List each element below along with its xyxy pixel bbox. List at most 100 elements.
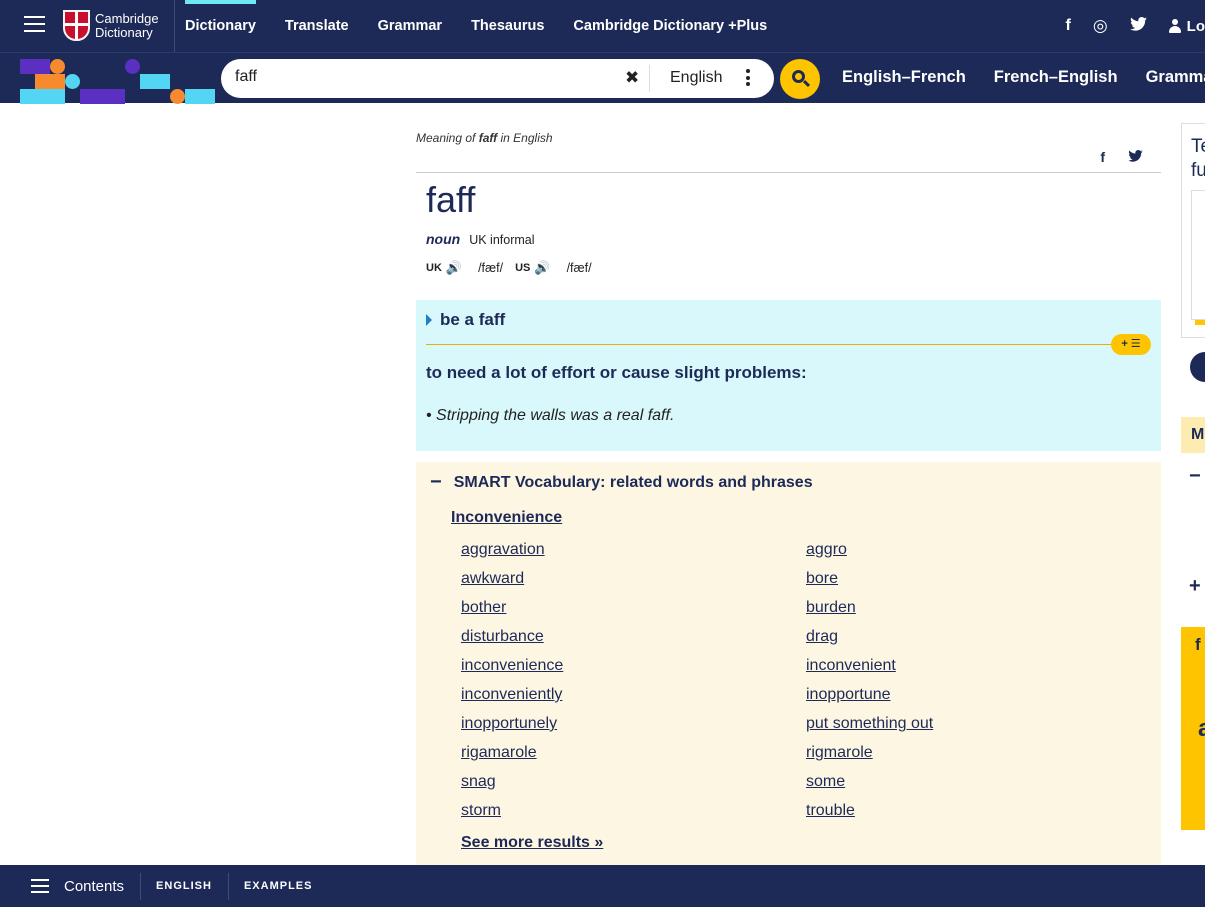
search-button[interactable] [780,59,820,99]
dictionary-language-select[interactable]: English [670,69,722,87]
nav-thesaurus[interactable]: Thesaurus [471,0,544,52]
definition-block: be a faff + ☰ to need a lot of effort or… [416,300,1161,451]
related-word-link[interactable]: rigmarole [806,741,1111,764]
smart-vocabulary-panel: − SMART Vocabulary: related words and ph… [416,462,1161,872]
related-word-link[interactable]: burden [806,596,1111,619]
promo-card-title-line-2: fu [1191,160,1205,181]
logo[interactable]: Cambridge Dictionary [63,10,159,41]
promo-card[interactable]: Te fu [1181,123,1205,338]
usage-labels: UK informal [469,233,535,247]
related-word-link[interactable]: put something out [806,712,1111,735]
related-word-link[interactable]: inopportunely [461,712,806,735]
sidebar-promo-panel[interactable]: f a [1181,627,1205,830]
triangle-bullet-icon [426,314,432,326]
related-word-link[interactable]: bother [461,596,806,619]
part-of-speech: noun UK informal [426,231,535,247]
social-links: f ◎ Lo [1066,0,1205,52]
divider [140,872,142,900]
example-sentence: • Stripping the walls was a real faff. [426,407,675,424]
nav-grammar[interactable]: Grammar [378,0,442,52]
uk-label: UK [426,262,442,274]
facebook-icon[interactable]: f [1066,17,1071,35]
meaning-prefix: Meaning of [416,131,479,145]
related-word-link[interactable]: drag [806,625,1111,648]
top-navigation: Cambridge Dictionary Dictionary Translat… [0,0,1205,52]
divider [227,872,229,900]
link-english-french[interactable]: English–French [842,68,966,87]
share-links: f [1100,149,1143,165]
more-options-icon[interactable] [746,69,750,89]
related-word-link[interactable]: awkward [461,567,806,590]
promo-panel-letter-a: a [1198,715,1205,742]
related-word-link[interactable]: trouble [806,799,1111,822]
nav-dictionary[interactable]: Dictionary [185,0,256,52]
divider [426,344,1126,345]
headword: faff [426,179,476,220]
pronunciation: UK 🔊 /fæf/ US 🔊 /fæf/ [426,260,600,276]
promo-panel-letter-f: f [1195,635,1201,654]
us-audio-speaker-icon[interactable]: 🔊 [534,260,550,276]
uk-ipa: /fæf/ [478,261,504,275]
contents-button[interactable]: Contents [64,878,124,895]
smart-vocabulary-title: SMART Vocabulary: related words and phra… [453,473,813,491]
related-word-link[interactable]: inconvenience [461,654,806,677]
related-word-link[interactable]: some [806,770,1111,793]
login-link[interactable]: Lo [1168,18,1205,35]
menu-icon[interactable] [24,16,45,33]
related-word-link[interactable]: disturbance [461,625,806,648]
promo-image [1191,190,1205,320]
collapse-icon: − [430,471,442,493]
uk-audio-speaker-icon[interactable]: 🔊 [446,260,462,276]
related-word-link[interactable]: snag [461,770,806,793]
related-word-link[interactable]: rigamarole [461,741,806,764]
share-facebook-icon[interactable]: f [1100,149,1105,165]
sidebar-button[interactable] [1190,352,1205,382]
related-word-link[interactable]: aggravation [461,538,806,561]
see-more-results-link[interactable]: See more results » [461,834,603,852]
promo-accent-bar [1195,320,1205,325]
related-word-link[interactable]: bore [806,567,1111,590]
related-word-link[interactable]: inconveniently [461,683,806,706]
divider [416,172,1161,173]
meaning-suffix: in English [497,131,553,145]
definition-text: to need a lot of effort or cause slight … [426,363,807,382]
instagram-icon[interactable]: ◎ [1093,16,1108,36]
logo-line-1: Cambridge [95,10,159,26]
meaning-line: Meaning of faff in English [416,131,553,145]
link-grammar[interactable]: Gramma [1146,68,1205,87]
nav-translate[interactable]: Translate [285,0,349,52]
related-word-link[interactable]: inconvenient [806,654,1111,677]
user-icon [1168,19,1181,33]
pos-label: noun [426,231,461,247]
phrase-heading: be a faff [426,310,505,330]
promo-card-title-line-1: Te [1191,136,1205,157]
divider [174,0,175,52]
clear-search-icon[interactable]: ✖ [625,68,639,88]
related-word-link[interactable]: storm [461,799,806,822]
search-box: ✖ English [221,59,774,98]
bottom-link-examples[interactable]: EXAMPLES [244,880,313,892]
meaning-word: faff [478,131,498,145]
related-word-link[interactable]: aggro [806,538,1111,561]
dictionary-links: English–French French–English Gramma [842,68,1205,87]
contents-menu-icon[interactable] [31,879,49,893]
twitter-icon[interactable] [1129,16,1147,36]
bottom-contents-bar: Contents ENGLISH EXAMPLES [0,865,1205,907]
sidebar-section-header: M [1181,417,1205,453]
sidebar-collapse-icon[interactable]: − [1189,465,1201,488]
search-input[interactable] [235,68,615,86]
phrase-text: be a faff [440,310,506,329]
us-ipa: /fæf/ [566,261,592,275]
nav-plus[interactable]: Cambridge Dictionary +Plus [573,0,767,52]
sidebar-expand-icon[interactable]: + [1189,575,1201,598]
smart-vocabulary-toggle[interactable]: − SMART Vocabulary: related words and ph… [430,471,813,494]
us-label: US [515,262,531,274]
share-twitter-icon[interactable] [1128,149,1143,165]
logo-line-2: Dictionary [95,24,153,40]
search-row: ✖ English English–French French–English … [0,52,1205,104]
related-word-link[interactable]: inopportune [806,683,1111,706]
add-to-list-button[interactable]: + ☰ [1111,334,1151,355]
link-french-english[interactable]: French–English [994,68,1118,87]
bottom-link-english[interactable]: ENGLISH [156,880,212,892]
topic-link[interactable]: Inconvenience [451,509,562,527]
